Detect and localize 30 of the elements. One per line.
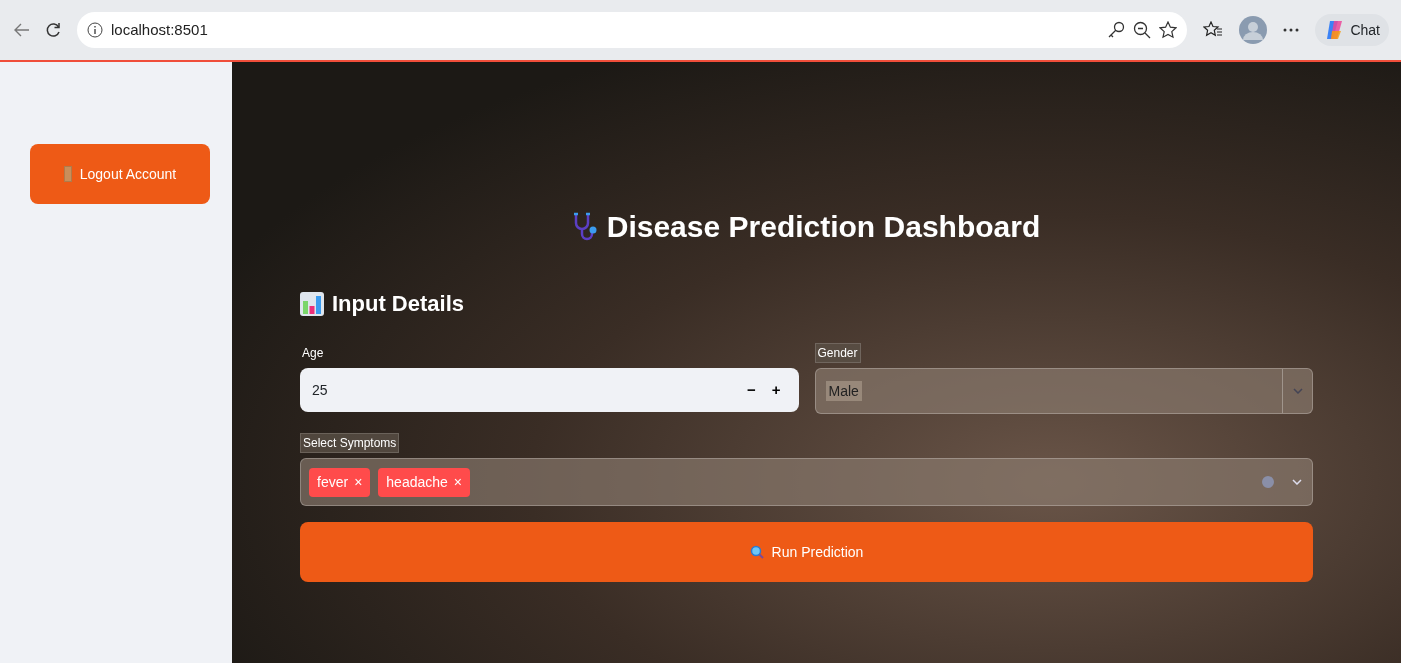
remove-tag-button[interactable]: ×	[447, 471, 462, 493]
key-icon[interactable]	[1107, 21, 1126, 39]
address-bar[interactable]: localhost:8501	[77, 12, 1188, 48]
search-icon	[749, 545, 764, 559]
symptom-tag[interactable]: headache ×	[378, 467, 470, 497]
stethoscope-icon	[572, 211, 599, 242]
gender-select[interactable]: Male	[814, 368, 1313, 414]
field-label: Age	[301, 345, 325, 362]
reload-icon[interactable]	[46, 22, 61, 38]
star-icon[interactable]	[1159, 21, 1178, 39]
field-label: Select Symptoms	[300, 433, 400, 453]
back-icon[interactable]	[14, 23, 30, 37]
page-title: Disease Prediction Dashboard	[606, 209, 1041, 245]
logout-button[interactable]: Logout Account	[30, 144, 210, 204]
symptom-tag[interactable]: fever ×	[309, 467, 371, 497]
info-icon[interactable]	[87, 22, 103, 38]
favorites-icon[interactable]	[1203, 21, 1224, 39]
run-prediction-button[interactable]: Run Prediction	[300, 522, 1313, 582]
bar-chart-icon	[300, 291, 324, 316]
age-input[interactable]: 25 − +	[300, 368, 799, 412]
url-text: localhost:8501	[111, 19, 208, 40]
remove-tag-button[interactable]: ×	[348, 471, 363, 493]
section-title: Input Details	[332, 290, 464, 318]
increment-button[interactable]: +	[763, 378, 789, 402]
zoom-out-icon[interactable]	[1133, 21, 1152, 39]
symptoms-multiselect[interactable]: fever × headache ×	[300, 458, 1313, 506]
chat-button[interactable]: Chat	[1315, 14, 1389, 46]
field-label: Gender	[814, 343, 861, 363]
more-icon[interactable]	[1283, 28, 1300, 32]
decrement-button[interactable]: −	[738, 378, 764, 402]
